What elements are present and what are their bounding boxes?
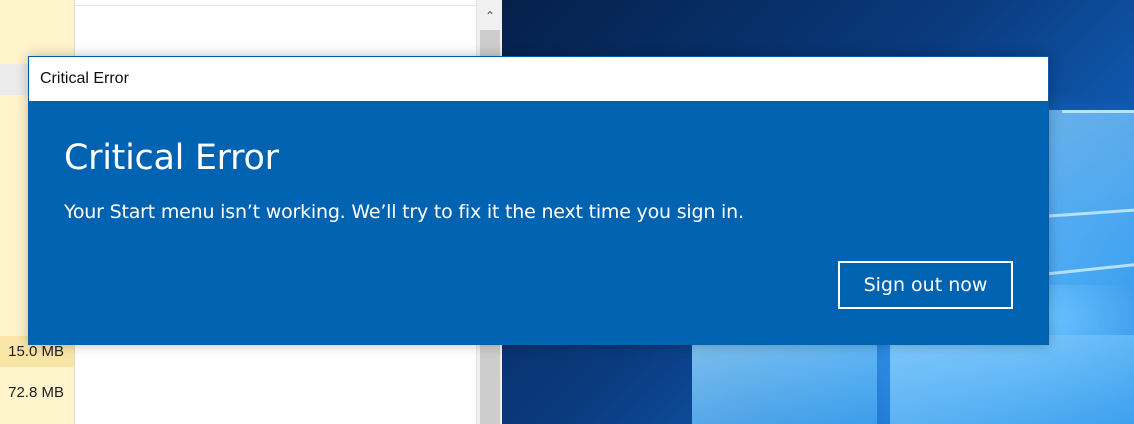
- dialog-titlebar[interactable]: Critical Error: [29, 57, 1048, 101]
- scroll-up-icon[interactable]: ⌃: [477, 6, 502, 26]
- critical-error-dialog: Critical Error Critical Error Your Start…: [28, 56, 1049, 345]
- wallpaper-pane: [890, 335, 1134, 424]
- dialog-heading: Critical Error: [64, 138, 279, 178]
- wallpaper-pane: [692, 345, 877, 424]
- memory-cell: 72.8 MB: [0, 377, 74, 408]
- wallpaper-light-ray: [1062, 110, 1134, 113]
- dialog-content: Critical Error Your Start menu isn’t wor…: [29, 101, 1048, 345]
- sign-out-now-button[interactable]: Sign out now: [838, 261, 1013, 309]
- window-title: Critical Error: [40, 70, 129, 87]
- divider: [74, 5, 476, 6]
- dialog-message: Your Start menu isn’t working. We’ll try…: [64, 201, 744, 223]
